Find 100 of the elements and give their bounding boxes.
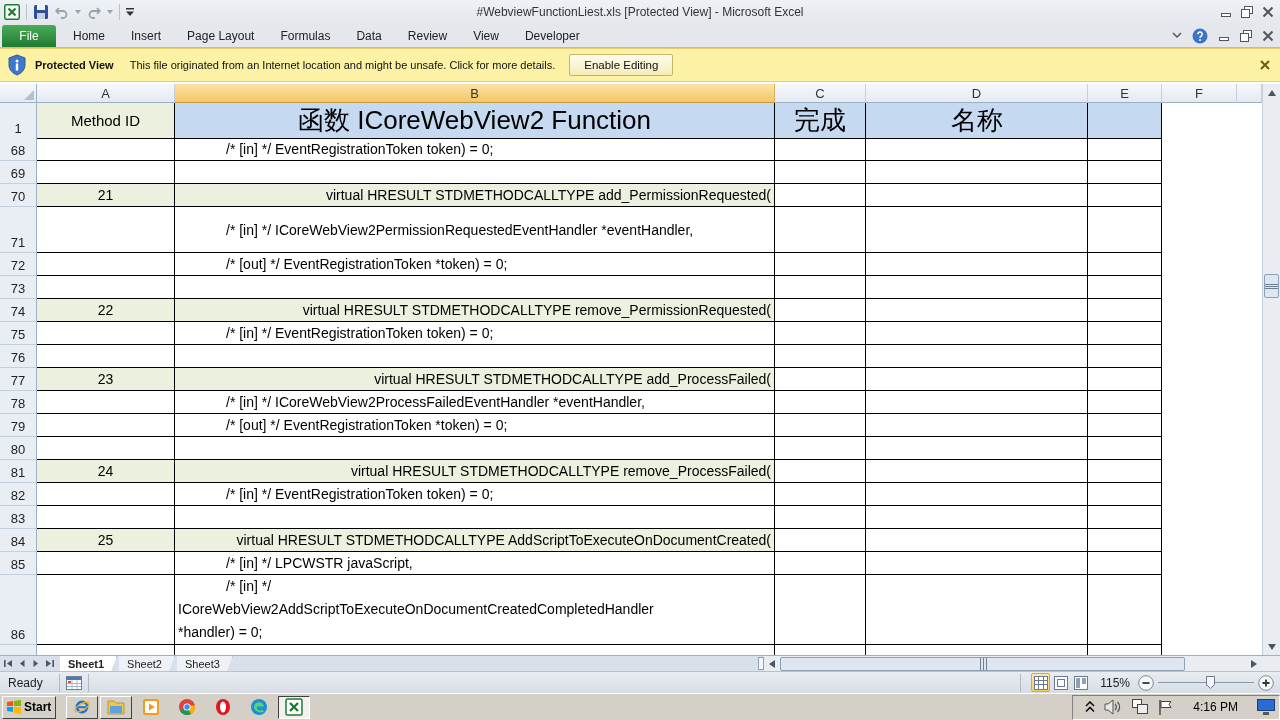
- help-icon[interactable]: [1192, 27, 1208, 44]
- collapse-caret-icon[interactable]: [1172, 32, 1182, 39]
- column-header[interactable]: F: [1162, 84, 1237, 103]
- row-header[interactable]: 70: [0, 184, 37, 207]
- code-cell: /* [in] */ LPCWSTR javaScript,: [175, 552, 775, 575]
- split-handle[interactable]: [758, 657, 764, 670]
- row-header[interactable]: 68: [0, 138, 37, 161]
- ribbon-tab[interactable]: Home: [60, 25, 118, 47]
- ribbon-tab[interactable]: Page Layout: [174, 25, 268, 47]
- scrollbar-thumb[interactable]: [1264, 274, 1279, 298]
- ribbon-tab[interactable]: Developer: [511, 25, 593, 47]
- scroll-up-icon[interactable]: [1267, 90, 1276, 96]
- bar-message[interactable]: This file originated from an Internet location and might be unsafe. Click for more details.: [129, 59, 556, 71]
- column-header[interactable]: B: [175, 84, 775, 103]
- start-button[interactable]: Start: [2, 695, 57, 719]
- code-cell: virtual HRESULT STDMETHODCALLTYPE remove_ProcessFailed(: [175, 460, 775, 483]
- scrollbar-thumb[interactable]: [780, 656, 1185, 671]
- row-header[interactable]: 78: [0, 391, 37, 414]
- scroll-right-icon[interactable]: [1251, 659, 1257, 668]
- next-sheet-icon[interactable]: [31, 659, 41, 668]
- status-text: Ready: [7, 675, 44, 690]
- bar-title: Protected View: [35, 59, 114, 71]
- row-header[interactable]: 1: [0, 103, 37, 139]
- column-header[interactable]: A: [37, 84, 175, 103]
- page-layout-button[interactable]: [1051, 673, 1071, 692]
- row-header[interactable]: 86: [0, 575, 37, 645]
- code-cell: virtual HRESULT STDMETHODCALLTYPE add_PermissionRequested(: [175, 184, 775, 207]
- page-break-icon: [1073, 675, 1088, 690]
- table-icon[interactable]: [65, 675, 82, 690]
- ribbon-tab[interactable]: View: [460, 25, 512, 47]
- row-header[interactable]: 83: [0, 506, 37, 529]
- x-tile-icon: [285, 698, 304, 716]
- column-header[interactable]: D: [866, 84, 1088, 103]
- code-cell: /* [in] */ EventRegistrationToken token) = 0;: [175, 138, 775, 161]
- segmented-circle-icon[interactable]: [178, 698, 197, 716]
- close-icon[interactable]: [1262, 6, 1274, 18]
- network-icon[interactable]: [1131, 699, 1150, 715]
- ribbon-tab[interactable]: Review: [394, 25, 461, 47]
- zoom-in-icon[interactable]: [1258, 674, 1274, 691]
- row-header[interactable]: 77: [0, 368, 37, 391]
- monitor-icon[interactable]: [1257, 699, 1275, 715]
- method-id-cell: 25: [37, 529, 175, 552]
- code-cell: /* [in] */ ICoreWebView2AddScriptToExecuteOnDocumentCreatedCompletedHandler *handler) = 0;: [175, 575, 775, 645]
- flag-icon[interactable]: [1158, 699, 1175, 715]
- last-sheet-icon[interactable]: [44, 659, 54, 668]
- zoom-level[interactable]: 115%: [1100, 675, 1130, 690]
- sheet-tab[interactable]: Sheet2: [119, 656, 175, 671]
- save-icon[interactable]: [33, 4, 49, 20]
- ribbon-tab[interactable]: Insert: [118, 25, 175, 47]
- row-header[interactable]: 80: [0, 437, 37, 460]
- row-header[interactable]: 84: [0, 529, 37, 552]
- header-cell: 名称: [866, 103, 1088, 139]
- code-cell: /* [in] */ EventRegistrationToken token) = 0;: [175, 322, 775, 345]
- taskbar-button[interactable]: [278, 695, 311, 719]
- previous-sheet-icon[interactable]: [17, 659, 27, 668]
- row-header[interactable]: 85: [0, 552, 37, 575]
- row-header[interactable]: 73: [0, 276, 37, 299]
- row-header[interactable]: 82: [0, 483, 37, 506]
- scrollbar-corner: [1262, 656, 1280, 671]
- sheet-tab[interactable]: Sheet3: [176, 656, 233, 671]
- ring-icon[interactable]: [214, 698, 233, 716]
- row-header[interactable]: 76: [0, 345, 37, 368]
- page-break-button[interactable]: [1071, 673, 1091, 692]
- close-icon[interactable]: [1262, 29, 1274, 42]
- slider-thumb[interactable]: [1206, 675, 1216, 689]
- play-tile-icon[interactable]: [142, 698, 161, 716]
- column-header[interactable]: E: [1088, 84, 1162, 103]
- clock-text[interactable]: 4:16 PM: [1193, 700, 1238, 714]
- scroll-left-icon[interactable]: [769, 659, 775, 668]
- row-header[interactable]: 72: [0, 253, 37, 276]
- sheet-tab[interactable]: Sheet1: [60, 656, 118, 671]
- code-cell: /* [in] */ ICoreWebView2ProcessFailedEventHandler *eventHandler,: [175, 391, 775, 414]
- first-sheet-icon[interactable]: [4, 659, 14, 668]
- row-header[interactable]: 81: [0, 460, 37, 483]
- normal-view-button[interactable]: [1031, 673, 1051, 692]
- scroll-down-icon[interactable]: [1267, 644, 1276, 650]
- row-header[interactable]: 69: [0, 161, 37, 184]
- column-header[interactable]: C: [775, 84, 866, 103]
- chevron-up-icon[interactable]: [1085, 701, 1096, 713]
- speaker-icon[interactable]: [1104, 699, 1123, 715]
- method-id-cell: 24: [37, 460, 175, 483]
- enable-editing-button[interactable]: Enable Editing: [569, 54, 674, 76]
- app-icon[interactable]: [4, 4, 20, 20]
- zoom-out-icon[interactable]: [1138, 674, 1154, 691]
- ribbon-tab[interactable]: Formulas: [267, 25, 344, 47]
- horizontal-scrollbar[interactable]: [764, 656, 1262, 671]
- info-shield-icon: [8, 54, 26, 76]
- e-ring-icon: [73, 698, 92, 716]
- vertical-scrollbar[interactable]: [1262, 84, 1280, 655]
- customize-caret-icon[interactable]: [126, 8, 134, 16]
- row-header[interactable]: 74: [0, 299, 37, 322]
- row-header[interactable]: 75: [0, 322, 37, 345]
- file-tab[interactable]: File: [2, 25, 56, 47]
- close-icon[interactable]: [1260, 60, 1270, 70]
- ribbon-tab[interactable]: Data: [343, 25, 395, 47]
- method-id-cell: 22: [37, 299, 175, 322]
- restore-icon[interactable]: [1240, 29, 1252, 42]
- restore-icon[interactable]: [1241, 6, 1253, 18]
- row-header[interactable]: 71: [0, 207, 37, 253]
- row-header[interactable]: 79: [0, 414, 37, 437]
